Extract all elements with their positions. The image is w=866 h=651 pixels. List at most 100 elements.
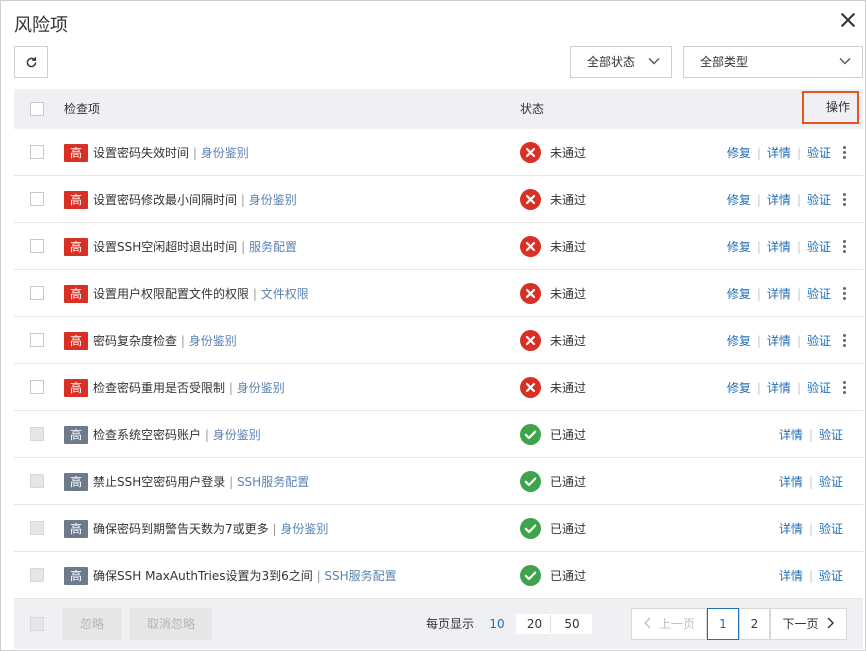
more-vertical-icon[interactable] bbox=[843, 334, 847, 348]
check-item-title: 设置密码修改最小间隔时间 bbox=[93, 193, 238, 207]
risk-level-badge: 高 bbox=[64, 144, 88, 162]
more-vertical-icon[interactable] bbox=[843, 193, 847, 207]
fix-link[interactable]: 修复 bbox=[727, 334, 751, 348]
header-action: 操作 bbox=[802, 91, 859, 124]
footer-select-all-checkbox[interactable] bbox=[30, 617, 44, 631]
chevron-right-icon bbox=[827, 617, 834, 629]
row-actions: 修复 | 详情 | 验证 bbox=[726, 381, 831, 395]
row-checkbox[interactable] bbox=[30, 474, 44, 488]
refresh-button[interactable] bbox=[14, 46, 48, 78]
prev-page-button[interactable]: 上一页 bbox=[631, 608, 707, 640]
check-item-name: 设置用户权限配置文件的权限 | 文件权限 bbox=[93, 287, 309, 301]
details-link[interactable]: 详情 bbox=[767, 146, 791, 160]
risk-level-badge: 高 bbox=[64, 520, 88, 538]
details-link[interactable]: 详情 bbox=[779, 569, 803, 583]
x-circle-icon bbox=[520, 189, 541, 210]
more-vertical-icon[interactable] bbox=[843, 240, 847, 254]
fix-link[interactable]: 修复 bbox=[727, 240, 751, 254]
verify-link[interactable]: 验证 bbox=[807, 146, 831, 160]
details-link[interactable]: 详情 bbox=[767, 334, 791, 348]
details-link[interactable]: 详情 bbox=[767, 193, 791, 207]
row-checkbox[interactable] bbox=[30, 333, 44, 347]
details-link[interactable]: 详情 bbox=[779, 475, 803, 489]
row-checkbox[interactable] bbox=[30, 521, 44, 535]
chevron-down-icon bbox=[839, 58, 851, 65]
status-filter-select[interactable]: 全部状态 bbox=[570, 46, 672, 78]
verify-link[interactable]: 验证 bbox=[819, 428, 843, 442]
verify-link[interactable]: 验证 bbox=[819, 569, 843, 583]
verify-link[interactable]: 验证 bbox=[819, 522, 843, 536]
fix-link[interactable]: 修复 bbox=[727, 381, 751, 395]
row-checkbox[interactable] bbox=[30, 145, 44, 159]
row-actions: 修复 | 详情 | 验证 bbox=[726, 146, 831, 160]
check-item-title: 设置SSH空闲超时退出时间 bbox=[93, 240, 238, 254]
next-page-button[interactable]: 下一页 bbox=[770, 608, 847, 640]
check-item-title: 确保密码到期警告天数为7或更多 bbox=[93, 522, 269, 536]
risk-level-badge: 高 bbox=[64, 567, 88, 585]
details-link[interactable]: 详情 bbox=[767, 287, 791, 301]
check-item-name: 密码复杂度检查 | 身份鉴别 bbox=[93, 334, 237, 348]
fix-link[interactable]: 修复 bbox=[727, 146, 751, 160]
per-page-label: 每页显示 bbox=[426, 617, 475, 631]
row-checkbox[interactable] bbox=[30, 239, 44, 253]
fix-link[interactable]: 修复 bbox=[727, 287, 751, 301]
page-2-button[interactable]: 2 bbox=[739, 608, 770, 640]
more-vertical-icon[interactable] bbox=[843, 381, 847, 395]
verify-link[interactable]: 验证 bbox=[807, 240, 831, 254]
type-filter-select[interactable]: 全部类型 bbox=[683, 46, 863, 78]
risk-level-badge: 高 bbox=[64, 473, 88, 491]
x-circle-icon bbox=[520, 236, 541, 257]
check-item-title: 确保SSH MaxAuthTries设置为3到6之间 bbox=[93, 569, 313, 583]
page-1-button[interactable]: 1 bbox=[707, 608, 739, 640]
check-item-category: SSH服务配置 bbox=[324, 569, 397, 583]
verify-link[interactable]: 验证 bbox=[807, 193, 831, 207]
risk-level-badge: 高 bbox=[64, 285, 88, 303]
details-link[interactable]: 详情 bbox=[767, 240, 791, 254]
table-row: 高检查系统空密码账户 | 身份鉴别 已通过 详情 | 验证 bbox=[14, 411, 863, 458]
per-page-option-50[interactable]: 50 bbox=[555, 615, 589, 633]
risk-level-badge: 高 bbox=[64, 191, 88, 209]
details-link[interactable]: 详情 bbox=[767, 381, 791, 395]
more-vertical-icon[interactable] bbox=[843, 287, 847, 301]
risk-level-badge: 高 bbox=[64, 238, 88, 256]
row-checkbox[interactable] bbox=[30, 427, 44, 441]
details-link[interactable]: 详情 bbox=[779, 428, 803, 442]
table-footer: 忽略 取消忽略 每页显示 10 20 50 上一页 1 2 下一页 bbox=[14, 599, 863, 649]
ignore-button[interactable]: 忽略 bbox=[62, 608, 122, 640]
x-circle-icon bbox=[520, 283, 541, 304]
more-vertical-icon[interactable] bbox=[843, 146, 847, 160]
table-row: 高检查密码重用是否受限制 | 身份鉴别 未通过 修复 | 详情 | 验证 bbox=[14, 364, 863, 411]
unignore-button[interactable]: 取消忽略 bbox=[130, 608, 212, 640]
table-row: 高确保SSH MaxAuthTries设置为3到6之间 | SSH服务配置 已通过… bbox=[14, 552, 863, 599]
risk-level-badge: 高 bbox=[64, 426, 88, 444]
row-checkbox[interactable] bbox=[30, 192, 44, 206]
table-row: 高确保密码到期警告天数为7或更多 | 身份鉴别 已通过 详情 | 验证 bbox=[14, 505, 863, 552]
table-row: 高设置SSH空闲超时退出时间 | 服务配置 未通过 修复 | 详情 | 验证 bbox=[14, 223, 863, 270]
risk-items-dialog: 风险项 全部状态 全部类型 检查项 状态 操作 高设置密码失效时间 | 身份鉴别… bbox=[0, 0, 866, 651]
verify-link[interactable]: 验证 bbox=[807, 381, 831, 395]
verify-link[interactable]: 验证 bbox=[807, 334, 831, 348]
row-actions: 详情 | 验证 bbox=[778, 522, 843, 536]
verify-link[interactable]: 验证 bbox=[807, 287, 831, 301]
table-row: 高密码复杂度检查 | 身份鉴别 未通过 修复 | 详情 | 验证 bbox=[14, 317, 863, 364]
check-item-name: 设置密码修改最小间隔时间 | 身份鉴别 bbox=[93, 193, 297, 207]
close-icon[interactable] bbox=[837, 9, 859, 31]
row-checkbox[interactable] bbox=[30, 380, 44, 394]
status-text: 已通过 bbox=[550, 569, 587, 583]
select-all-checkbox[interactable] bbox=[30, 102, 44, 116]
check-item-category: 身份鉴别 bbox=[188, 334, 237, 348]
prev-page-label: 上一页 bbox=[658, 617, 695, 631]
check-item-category: SSH服务配置 bbox=[236, 475, 310, 489]
verify-link[interactable]: 验证 bbox=[819, 475, 843, 489]
per-page-option-10[interactable]: 10 bbox=[484, 615, 510, 633]
row-checkbox[interactable] bbox=[30, 286, 44, 300]
check-item-name: 确保SSH MaxAuthTries设置为3到6之间 | SSH服务配置 bbox=[93, 569, 397, 583]
fix-link[interactable]: 修复 bbox=[727, 193, 751, 207]
row-checkbox[interactable] bbox=[30, 568, 44, 582]
check-item-name: 设置SSH空闲超时退出时间 | 服务配置 bbox=[93, 240, 297, 254]
status-text: 已通过 bbox=[550, 475, 587, 489]
per-page-option-20[interactable]: 20 bbox=[519, 615, 551, 633]
details-link[interactable]: 详情 bbox=[779, 522, 803, 536]
row-actions: 详情 | 验证 bbox=[778, 475, 843, 489]
check-item-category: 身份鉴别 bbox=[212, 428, 261, 442]
